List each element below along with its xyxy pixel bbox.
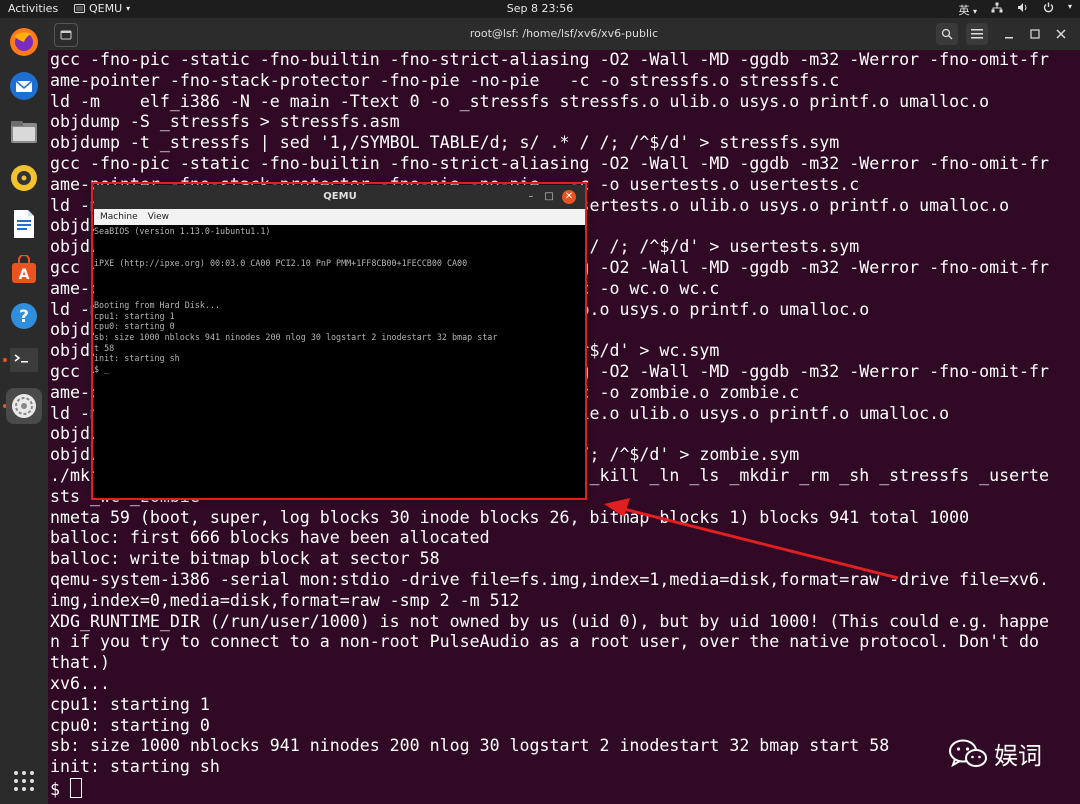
watermark: 娱词 bbox=[948, 736, 1042, 771]
wechat-icon bbox=[949, 739, 987, 767]
watermark-text: 娱词 bbox=[994, 742, 1042, 770]
highlight-box bbox=[91, 182, 587, 500]
